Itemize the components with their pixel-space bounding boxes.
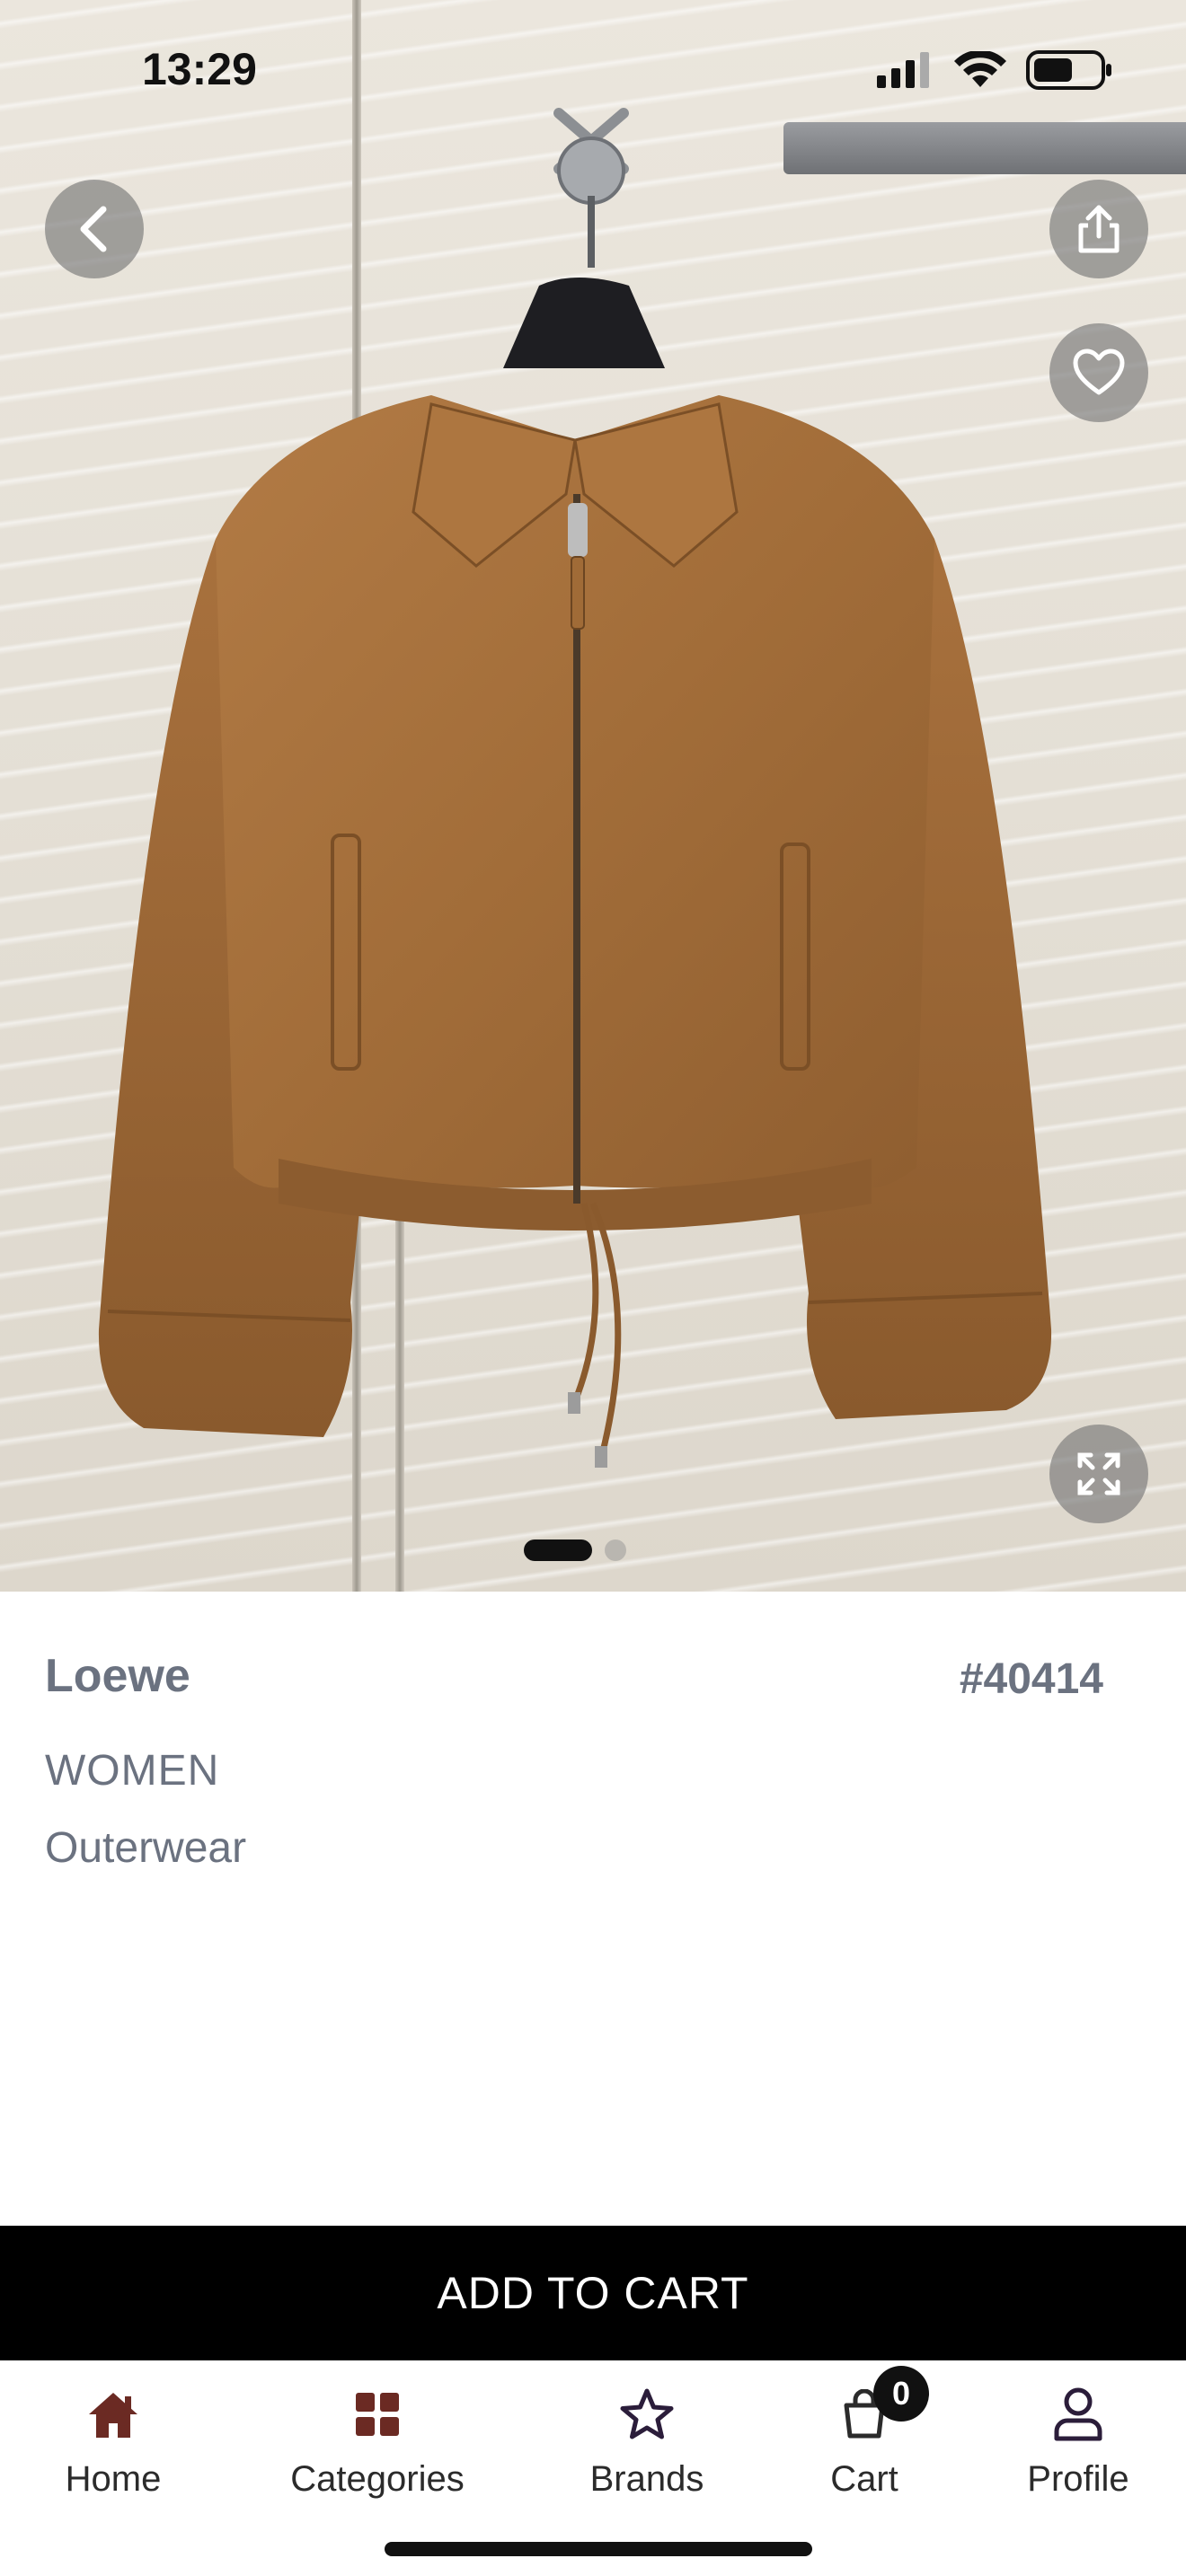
hanging-rail	[783, 122, 1186, 174]
nav-label-cart: Cart	[830, 2459, 898, 2499]
battery-icon	[1026, 50, 1111, 90]
product-gender: WOMEN	[45, 1747, 220, 1795]
nav-item-home[interactable]: Home	[5, 2386, 221, 2500]
nav-label-profile: Profile	[1027, 2459, 1129, 2499]
bottom-navigation: Home Categories Brands 0 Cart Profile	[0, 2360, 1186, 2576]
share-button[interactable]	[1049, 180, 1148, 278]
home-icon	[89, 2393, 137, 2438]
star-icon	[620, 2388, 674, 2439]
share-icon	[1078, 205, 1120, 253]
chevron-left-icon	[80, 206, 107, 252]
image-pagination[interactable]	[0, 1539, 1186, 1561]
nav-item-profile[interactable]: Profile	[970, 2386, 1186, 2500]
add-to-cart-button[interactable]: ADD TO CART	[0, 2226, 1186, 2360]
nav-label-categories: Categories	[290, 2459, 465, 2499]
fullscreen-button[interactable]	[1049, 1425, 1148, 1523]
wall-hook	[553, 108, 629, 268]
nav-item-cart[interactable]: 0 Cart	[757, 2366, 972, 2500]
heart-icon	[1073, 348, 1125, 395]
product-image[interactable]	[0, 0, 1186, 1592]
grid-icon	[356, 2393, 399, 2436]
jacket-illustration	[98, 278, 1052, 1468]
status-icons	[877, 50, 1112, 90]
home-indicator[interactable]	[385, 2542, 812, 2556]
cellular-signal-icon	[877, 52, 929, 88]
wifi-icon	[954, 51, 1006, 87]
back-button[interactable]	[45, 180, 144, 278]
pagination-dot-active[interactable]	[524, 1539, 592, 1561]
profile-icon	[1054, 2387, 1102, 2441]
nav-label-home: Home	[65, 2459, 162, 2499]
product-category: Outerwear	[45, 1824, 247, 1872]
brand-name[interactable]: Loewe	[45, 1649, 190, 1703]
nav-item-brands[interactable]: Brands	[539, 2386, 755, 2500]
favorite-button[interactable]	[1049, 323, 1148, 422]
nav-label-brands: Brands	[589, 2459, 704, 2499]
nav-item-categories[interactable]: Categories	[270, 2386, 485, 2500]
expand-icon	[1077, 1452, 1120, 1495]
cart-count-badge: 0	[873, 2366, 929, 2422]
product-code: #40414	[959, 1655, 1103, 1703]
status-time: 13:29	[142, 44, 257, 94]
pagination-dot[interactable]	[605, 1539, 626, 1561]
